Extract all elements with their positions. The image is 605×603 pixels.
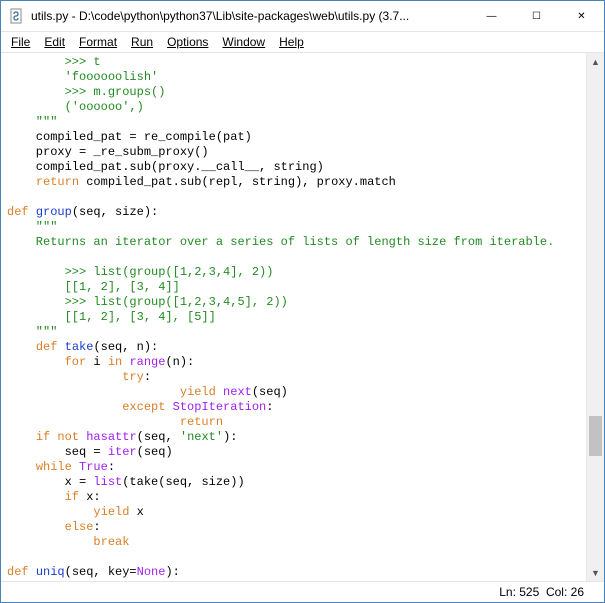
window-title: utils.py - D:\code\python\python37\Lib\s… bbox=[31, 9, 469, 23]
line-value: 525 bbox=[519, 585, 539, 599]
app-window: utils.py - D:\code\python\python37\Lib\s… bbox=[0, 0, 605, 603]
statusbar: Ln: 525 Col: 26 bbox=[1, 581, 604, 602]
python-file-icon bbox=[9, 8, 25, 24]
code-editor[interactable]: >>> t 'foooooolish' >>> m.groups() ('ooo… bbox=[1, 53, 586, 581]
menu-file[interactable]: File bbox=[5, 34, 36, 50]
col-value: 26 bbox=[571, 585, 584, 599]
menu-format[interactable]: Format bbox=[73, 34, 123, 50]
menu-run[interactable]: Run bbox=[125, 34, 159, 50]
col-label: Col: bbox=[546, 585, 567, 599]
minimize-button[interactable]: — bbox=[469, 1, 514, 31]
vertical-scrollbar[interactable]: ▲ ▼ bbox=[586, 53, 604, 581]
scroll-up-icon[interactable]: ▲ bbox=[587, 53, 604, 70]
window-controls: — ☐ ✕ bbox=[469, 1, 604, 31]
line-label: Ln: bbox=[499, 585, 516, 599]
menu-edit[interactable]: Edit bbox=[38, 34, 71, 50]
menu-help-label: Help bbox=[279, 35, 304, 49]
menu-window[interactable]: Window bbox=[216, 34, 271, 50]
titlebar[interactable]: utils.py - D:\code\python\python37\Lib\s… bbox=[1, 1, 604, 32]
menu-file-label: File bbox=[11, 35, 30, 49]
close-button[interactable]: ✕ bbox=[559, 1, 604, 31]
menu-window-label: Window bbox=[222, 35, 265, 49]
menu-options-label: Options bbox=[167, 35, 208, 49]
menu-format-label: Format bbox=[79, 35, 117, 49]
editor-area: >>> t 'foooooolish' >>> m.groups() ('ooo… bbox=[1, 52, 604, 581]
scroll-thumb[interactable] bbox=[589, 416, 602, 456]
maximize-button[interactable]: ☐ bbox=[514, 1, 559, 31]
menu-run-label: Run bbox=[131, 35, 153, 49]
scroll-down-icon[interactable]: ▼ bbox=[587, 564, 604, 581]
menu-options[interactable]: Options bbox=[161, 34, 214, 50]
menu-edit-label: Edit bbox=[44, 35, 65, 49]
menubar: File Edit Format Run Options Window Help bbox=[1, 32, 604, 52]
menu-help[interactable]: Help bbox=[273, 34, 310, 50]
scroll-track[interactable] bbox=[587, 70, 604, 564]
